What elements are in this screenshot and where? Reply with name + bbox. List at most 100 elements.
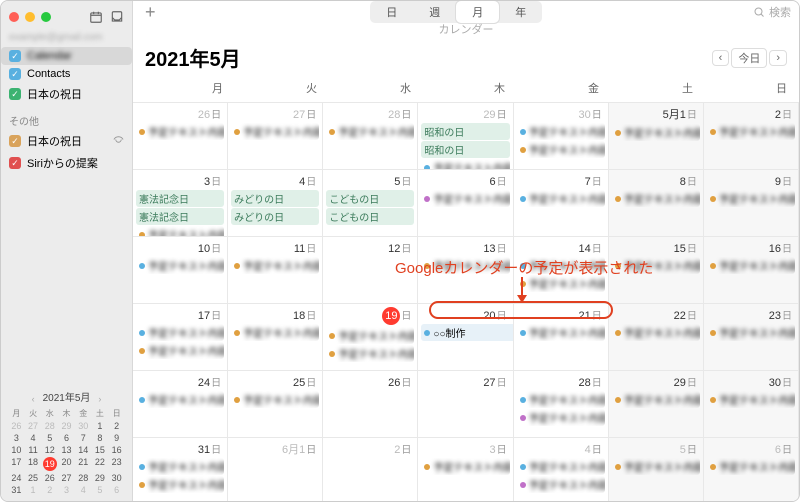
- mini-day[interactable]: 2: [109, 421, 124, 431]
- event[interactable]: 予定テキスト内容: [421, 190, 509, 207]
- prev-button[interactable]: ‹: [712, 50, 730, 66]
- day-cell[interactable]: 17日予定テキスト内容15:00予定テキスト内容17:40: [133, 303, 228, 370]
- mini-day[interactable]: 1: [93, 421, 108, 431]
- event[interactable]: 予定テキスト内容11:30: [136, 226, 224, 236]
- day-cell[interactable]: 26日予定テキスト内容14:10: [133, 102, 228, 169]
- sidebar-calendar-item[interactable]: ✓Calendar: [1, 47, 132, 65]
- sidebar-calendar-item[interactable]: ✓Contacts: [1, 65, 132, 83]
- sidebar-calendar-item[interactable]: ✓日本の祝日: [1, 130, 132, 152]
- day-cell[interactable]: 19日予定テキスト内容11:00予定テキスト内容17:40: [323, 303, 418, 370]
- day-cell[interactable]: 5月1日予定テキスト内容19:00: [609, 102, 704, 169]
- event[interactable]: 予定テキスト内容: [517, 190, 605, 207]
- event[interactable]: 予定テキスト内容15:30: [612, 458, 700, 475]
- checkbox-icon[interactable]: ✓: [9, 68, 21, 80]
- day-cell[interactable]: 4日みどりの日みどりの日: [228, 169, 323, 236]
- mini-day[interactable]: 25: [26, 473, 41, 483]
- day-cell[interactable]: 24日予定テキスト内容13:00: [133, 370, 228, 437]
- view-segmented-control[interactable]: 日週月年: [370, 1, 542, 23]
- mini-day[interactable]: 26: [9, 421, 24, 431]
- day-cell[interactable]: 3日憲法記念日憲法記念日予定テキスト内容11:30: [133, 169, 228, 236]
- event[interactable]: 予定テキスト内容13:00: [136, 458, 224, 475]
- day-cell[interactable]: 28日予定テキスト内容13:00: [323, 102, 418, 169]
- segment-年[interactable]: 年: [499, 1, 542, 23]
- event[interactable]: 予定テキスト内容13:00: [136, 257, 224, 274]
- next-button[interactable]: ›: [769, 50, 787, 66]
- day-cell[interactable]: 28日予定テキスト内容14:10予定テキスト内容: [514, 370, 609, 437]
- mini-day[interactable]: 20: [59, 457, 74, 471]
- mini-day[interactable]: 30: [109, 473, 124, 483]
- day-cell[interactable]: 27日予定テキスト内容11:30: [228, 102, 323, 169]
- day-cell[interactable]: 31日予定テキスト内容13:00予定テキスト内容: [133, 437, 228, 502]
- day-cell[interactable]: 7日予定テキスト内容: [514, 169, 609, 236]
- day-cell[interactable]: 18日予定テキスト内容15:00: [228, 303, 323, 370]
- mini-day[interactable]: 30: [76, 421, 91, 431]
- event[interactable]: 予定テキスト内容: [517, 476, 605, 493]
- event[interactable]: 予定テキスト内容15:00: [707, 324, 795, 341]
- mini-day[interactable]: 7: [76, 433, 91, 443]
- mini-day[interactable]: 10: [9, 445, 24, 455]
- day-cell[interactable]: 9日予定テキスト内容15:00: [704, 169, 799, 236]
- mini-day[interactable]: 5: [42, 433, 57, 443]
- month-grid[interactable]: 26日予定テキスト内容14:1027日予定テキスト内容11:3028日予定テキス…: [133, 102, 799, 502]
- mini-day[interactable]: 5: [93, 485, 108, 495]
- mini-day[interactable]: 31: [9, 485, 24, 495]
- event[interactable]: 予定テキスト内容15:00: [136, 324, 224, 341]
- mini-prev-icon[interactable]: ‹: [32, 394, 35, 404]
- day-cell[interactable]: 6月1日: [228, 437, 323, 502]
- mini-day[interactable]: 27: [59, 473, 74, 483]
- mini-day[interactable]: 23: [109, 457, 124, 471]
- day-cell[interactable]: 13日予定テキスト内容17:40: [418, 236, 513, 303]
- sidebar-calendar-item[interactable]: ✓日本の祝日: [1, 83, 132, 105]
- day-cell[interactable]: 11日予定テキスト内容15:00: [228, 236, 323, 303]
- day-cell[interactable]: 5日予定テキスト内容15:30: [609, 437, 704, 502]
- day-cell[interactable]: 12日: [323, 236, 418, 303]
- mini-next-icon[interactable]: ›: [98, 394, 101, 404]
- mini-day[interactable]: 21: [76, 457, 91, 471]
- mini-day[interactable]: 17: [9, 457, 24, 471]
- mini-day[interactable]: 27: [26, 421, 41, 431]
- event[interactable]: 予定テキスト内容13:00: [136, 391, 224, 408]
- mini-day[interactable]: 2: [42, 485, 57, 495]
- mini-day[interactable]: 11: [26, 445, 41, 455]
- event[interactable]: 予定テキスト内容19:00: [517, 141, 605, 158]
- today-button[interactable]: 今日: [731, 48, 767, 68]
- segment-週[interactable]: 週: [413, 1, 456, 23]
- event[interactable]: 昭和の日: [421, 123, 509, 140]
- day-cell[interactable]: 30日予定テキスト内容15:00: [704, 370, 799, 437]
- event[interactable]: 予定テキスト内容: [517, 458, 605, 475]
- event[interactable]: 予定テキスト内容15:00: [231, 324, 319, 341]
- event[interactable]: 予定テキスト内容17:40: [326, 345, 414, 362]
- day-cell[interactable]: 20日○○制作: [418, 303, 513, 370]
- mini-day[interactable]: 28: [42, 421, 57, 431]
- mini-day[interactable]: 29: [93, 473, 108, 483]
- mini-day[interactable]: 26: [42, 473, 57, 483]
- event[interactable]: 予定テキスト内容17:40: [136, 342, 224, 359]
- mini-calendar[interactable]: ‹ 2021年5月 › 月火水木金土日262728293012345678910…: [1, 383, 132, 501]
- event[interactable]: 予定テキスト内容15:30: [612, 190, 700, 207]
- day-cell[interactable]: 10日予定テキスト内容13:00: [133, 236, 228, 303]
- segment-日[interactable]: 日: [370, 1, 413, 23]
- checkbox-icon[interactable]: ✓: [9, 135, 21, 147]
- mini-day[interactable]: 9: [109, 433, 124, 443]
- mini-day[interactable]: 6: [59, 433, 74, 443]
- event[interactable]: 予定テキスト内容19:00: [517, 275, 605, 292]
- event[interactable]: 予定テキスト内容15:00: [707, 190, 795, 207]
- day-cell[interactable]: 2日予定テキスト内容19:00: [704, 102, 799, 169]
- day-cell[interactable]: 2日: [323, 437, 418, 502]
- day-cell[interactable]: 16日予定テキスト内容15:30: [704, 236, 799, 303]
- mini-day[interactable]: 13: [59, 445, 74, 455]
- event[interactable]: みどりの日: [231, 208, 319, 225]
- day-cell[interactable]: 27日: [418, 370, 513, 437]
- mini-day[interactable]: 3: [59, 485, 74, 495]
- event[interactable]: 憲法記念日: [136, 190, 224, 207]
- day-cell[interactable]: 3日予定テキスト内容: [418, 437, 513, 502]
- mini-day[interactable]: 19: [42, 457, 57, 471]
- event[interactable]: 予定テキスト内容13:00: [326, 123, 414, 140]
- checkbox-icon[interactable]: ✓: [9, 157, 21, 169]
- event[interactable]: 予定テキスト内容15:00: [231, 257, 319, 274]
- day-cell[interactable]: 21日予定テキスト内容14:10: [514, 303, 609, 370]
- mini-day[interactable]: 4: [26, 433, 41, 443]
- day-cell[interactable]: 6日予定テキスト内容: [418, 169, 513, 236]
- day-cell[interactable]: 29日昭和の日昭和の日予定テキスト内容9:00予定テキスト内容16:00: [418, 102, 513, 169]
- day-cell[interactable]: 8日予定テキスト内容15:30: [609, 169, 704, 236]
